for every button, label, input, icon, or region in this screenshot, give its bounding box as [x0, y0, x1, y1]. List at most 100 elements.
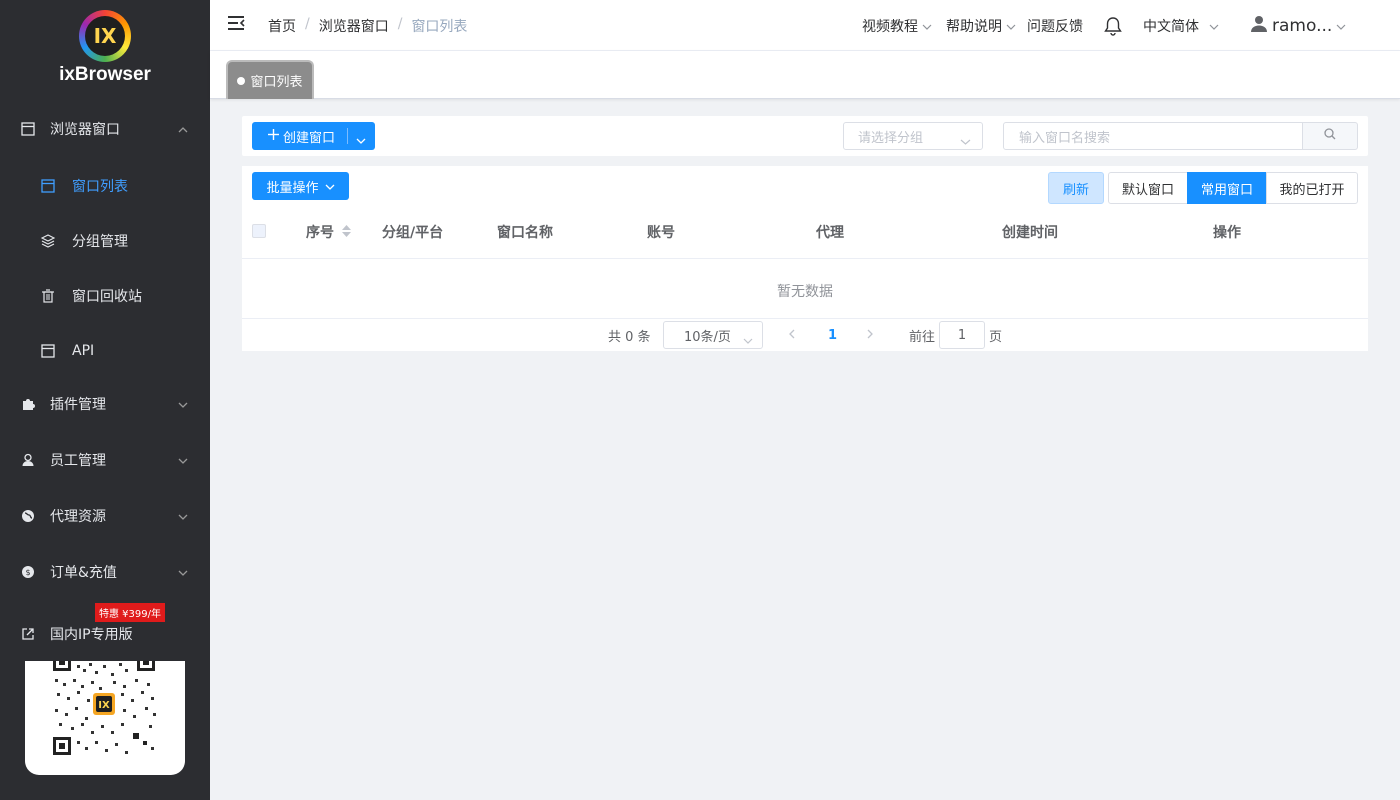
logo[interactable]: IX ixBrowser: [0, 0, 210, 100]
pagination-total: 共 0 条: [608, 321, 651, 349]
chevron-down-icon: [1209, 18, 1219, 34]
user-icon: [20, 452, 36, 468]
create-window-button[interactable]: 创建窗口: [252, 122, 375, 150]
menu-domestic-ip[interactable]: 国内IP专用版: [0, 610, 210, 658]
globe-icon: [20, 508, 36, 524]
qr-code: IX: [25, 661, 185, 775]
create-window-label: 创建窗口: [283, 130, 336, 146]
menu-browser-window-label: 浏览器窗口: [50, 122, 120, 138]
goto-page-value: 1: [957, 327, 967, 343]
menu-proxy[interactable]: 代理资源: [0, 492, 210, 540]
sort-icon[interactable]: [342, 225, 351, 241]
help-dropdown[interactable]: 帮助说明: [946, 0, 1016, 51]
help-label: 帮助说明: [946, 18, 1002, 35]
window-table-card: 批量操作 刷新 默认窗口 常用窗口 我的已打开 序号 分组/平台 窗口名称 账号…: [242, 166, 1368, 351]
empty-state-text: 暂无数据: [777, 284, 833, 300]
search-placeholder: 输入窗口名搜索: [1019, 130, 1111, 146]
user-dropdown[interactable]: ramo...: [1250, 0, 1346, 51]
menu-orders[interactable]: $ 订单&充值: [0, 548, 210, 596]
menu-api-label: API: [72, 343, 95, 359]
breadcrumb: 首页 / 浏览器窗口 / 窗口列表: [268, 16, 467, 36]
menu-group-manage[interactable]: 分组管理: [0, 217, 210, 265]
chevron-down-icon: [1006, 18, 1016, 34]
goto-text: 前往: [909, 329, 936, 345]
window-icon: [20, 121, 36, 137]
trash-icon: [40, 288, 56, 304]
menu-window-list[interactable]: 窗口列表: [0, 162, 210, 210]
breadcrumb-separator: /: [397, 16, 403, 32]
column-header-window-name: 窗口名称: [497, 225, 553, 241]
active-dot-icon: [237, 76, 246, 85]
video-tutorial-dropdown[interactable]: 视频教程: [862, 0, 932, 51]
table-header-divider: [242, 258, 1368, 259]
user-avatar-icon: [1250, 15, 1268, 37]
tab-window-list[interactable]: 窗口列表: [226, 60, 314, 99]
menu-api[interactable]: API: [0, 327, 210, 375]
breadcrumb-separator: /: [305, 16, 310, 32]
chevron-down-icon[interactable]: [356, 133, 366, 148]
menu-recycle-bin[interactable]: 窗口回收站: [0, 272, 210, 320]
column-header-created-time: 创建时间: [1002, 225, 1058, 241]
refresh-label: 刷新: [1062, 182, 1089, 198]
menu-plugins[interactable]: 插件管理: [0, 380, 210, 428]
ixbrowser-logo-icon: IX: [79, 10, 131, 62]
search-button[interactable]: [1302, 122, 1358, 150]
feedback-link[interactable]: 问题反馈: [1027, 0, 1083, 51]
external-link-icon: [20, 626, 36, 642]
language-dropdown[interactable]: 中文简体: [1143, 0, 1219, 51]
menu-orders-label: 订单&充值: [50, 565, 117, 581]
chevron-down-icon: [178, 564, 188, 580]
page-size-select[interactable]: 10条/页: [663, 321, 763, 349]
group-select[interactable]: 请选择分组: [843, 122, 983, 150]
menu-toggle-icon[interactable]: [227, 15, 245, 35]
refresh-button[interactable]: 刷新: [1048, 172, 1104, 204]
tab-window-list-label: 窗口列表: [250, 75, 303, 90]
menu-browser-window[interactable]: 浏览器窗口: [0, 105, 210, 153]
coin-icon: $: [20, 564, 36, 580]
prev-page-button[interactable]: [789, 321, 795, 349]
menu-proxy-label: 代理资源: [50, 509, 106, 525]
select-all-checkbox[interactable]: [252, 224, 266, 238]
default-window-tab[interactable]: 默认窗口: [1108, 172, 1188, 204]
menu-window-list-label: 窗口列表: [72, 179, 128, 195]
menu-staff-label: 员工管理: [50, 453, 106, 469]
plus-icon: [268, 128, 279, 144]
chevron-down-icon: [922, 18, 932, 34]
tags-view-bar: 窗口列表: [210, 51, 1400, 99]
language-label: 中文简体: [1143, 18, 1199, 35]
chevron-down-icon: [178, 396, 188, 412]
breadcrumb-browser-window[interactable]: 浏览器窗口: [319, 16, 389, 36]
breadcrumb-home[interactable]: 首页: [268, 16, 296, 36]
my-opened-tab[interactable]: 我的已打开: [1266, 172, 1358, 204]
column-header-actions: 操作: [1213, 225, 1241, 241]
layers-icon: [40, 233, 56, 249]
page-number-current[interactable]: 1: [828, 321, 837, 349]
search-input[interactable]: 输入窗口名搜索: [1003, 122, 1303, 150]
user-name: ramo...: [1272, 15, 1333, 36]
chevron-down-icon: [178, 508, 188, 524]
window-icon: [40, 343, 56, 359]
chevron-down-icon: [325, 179, 335, 194]
menu-group-manage-label: 分组管理: [72, 234, 128, 250]
column-header-group: 分组/平台: [382, 225, 444, 241]
chevron-down-icon: [178, 452, 188, 468]
column-index-label: 序号: [306, 225, 334, 241]
menu-staff[interactable]: 员工管理: [0, 436, 210, 484]
column-header-account: 账号: [647, 225, 675, 241]
page-size-label: 10条/页: [684, 329, 731, 345]
bell-icon[interactable]: [1103, 0, 1123, 51]
menu-recycle-bin-label: 窗口回收站: [72, 289, 142, 305]
next-page-button[interactable]: [867, 321, 873, 349]
chevron-down-icon: [960, 134, 971, 149]
goto-label: 前往: [909, 321, 935, 349]
chevron-down-icon: [1336, 18, 1346, 34]
goto-page-input[interactable]: 1: [939, 321, 985, 349]
window-icon: [40, 178, 56, 194]
search-icon: [1324, 128, 1336, 144]
batch-ops-button[interactable]: 批量操作: [252, 172, 349, 200]
svg-text:IX: IX: [98, 700, 110, 711]
common-window-tab[interactable]: 常用窗口: [1187, 172, 1267, 204]
logo-letters: IX: [85, 16, 125, 56]
group-select-placeholder: 请选择分组: [858, 130, 924, 146]
column-header-index[interactable]: 序号: [306, 222, 351, 242]
